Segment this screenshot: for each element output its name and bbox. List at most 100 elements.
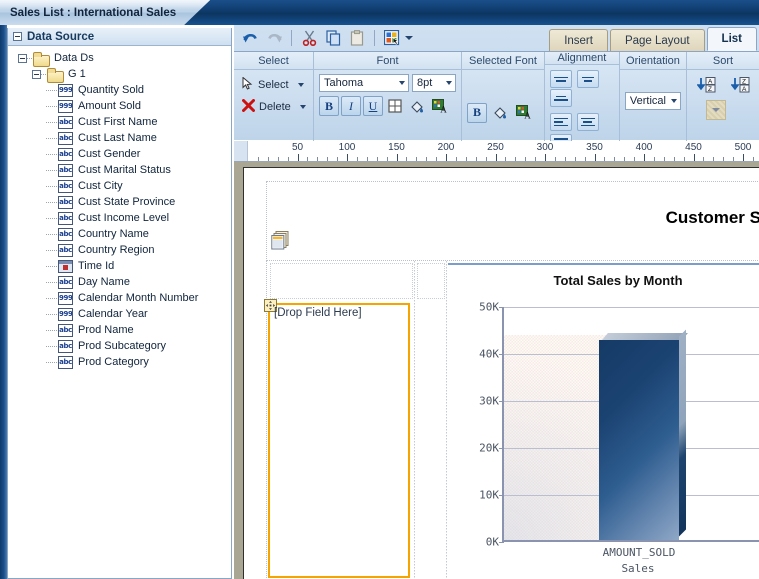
select-button[interactable]: Select	[239, 74, 307, 96]
tree-connector	[46, 153, 58, 155]
tree-item-amount-sold[interactable]: 999 Amount Sold	[8, 98, 231, 114]
ruler-tick	[673, 157, 675, 161]
left-edge-accent	[0, 25, 7, 579]
sort-descending-icon[interactable]: Z A	[730, 74, 754, 96]
align-center-icon[interactable]	[576, 112, 599, 131]
tree-item-cust-gender[interactable]: abc Cust Gender	[8, 146, 231, 162]
grid-cell-label[interactable]	[270, 263, 413, 299]
tab-list[interactable]: List	[706, 27, 757, 51]
fill-color-icon[interactable]	[407, 96, 427, 116]
document-tab[interactable]: Sales List : International Sales	[0, 0, 210, 25]
toolbar-separator-2	[374, 30, 375, 46]
delete-dropdown-caret-icon[interactable]	[299, 105, 306, 109]
tree-item-label: Cust Gender	[78, 148, 141, 160]
tree-item-prod-subcategory[interactable]: abc Prod Subcategory	[8, 338, 231, 354]
tree-item-label: Calendar Year	[78, 308, 148, 320]
tree-expander-icon[interactable]	[18, 53, 27, 63]
number-field-icon: 999	[58, 99, 73, 113]
chart-y-tick-label: 40K	[479, 347, 499, 361]
grid-cell-narrow[interactable]	[417, 263, 445, 299]
tree-item-cust-city[interactable]: abc Cust City	[8, 178, 231, 194]
report-header-band[interactable]: Customer S	[266, 181, 759, 261]
tree-item-cust-last-name[interactable]: abc Cust Last Name	[8, 130, 231, 146]
tab-insert[interactable]: Insert	[549, 29, 608, 51]
report-canvas[interactable]: Customer S [Drop Field Here] Total Sales…	[234, 162, 759, 579]
align-top-icon[interactable]	[549, 70, 572, 88]
chart-bar[interactable]	[599, 329, 688, 540]
italic-button[interactable]: I	[341, 96, 361, 116]
drop-field-zone[interactable]: [Drop Field Here]	[264, 299, 410, 578]
tree-item-time-id[interactable]: Time Id	[8, 258, 231, 274]
data-source-header[interactable]: Data Source	[8, 28, 231, 46]
stacked-pages-icon[interactable]	[271, 231, 290, 250]
ruler-tick	[604, 157, 606, 161]
ruler-tick	[505, 157, 507, 161]
sort-ascending-icon[interactable]: A Z	[696, 74, 720, 96]
ruler-tick	[257, 157, 259, 161]
text-field-icon: abc	[58, 355, 73, 369]
underline-button[interactable]: U	[363, 96, 383, 116]
tree-connector	[46, 217, 58, 219]
tree-connector	[46, 361, 58, 363]
ribbon-body: Select Select Delete Font Tahoma 8pt B I…	[234, 51, 759, 152]
tree-item-cust-first-name[interactable]: abc Cust First Name	[8, 114, 231, 130]
selected-bold-button[interactable]: B	[467, 102, 488, 123]
orientation-select[interactable]: Vertical	[624, 92, 681, 110]
collapse-icon[interactable]	[13, 32, 22, 41]
font-size-select[interactable]: 8pt	[412, 74, 456, 92]
tree-item-country-name[interactable]: abc Country Name	[8, 226, 231, 242]
delete-button[interactable]: Delete	[239, 96, 309, 118]
selected-font-color-icon[interactable]: A	[513, 103, 533, 123]
svg-text:A: A	[440, 104, 447, 114]
tree-item-calendar-year[interactable]: 999 Calendar Year	[8, 306, 231, 322]
bold-button[interactable]: B	[319, 96, 339, 116]
data-source-panel: Data Source Data Ds G 1 999 Quantity Sold 99…	[7, 28, 232, 579]
tree-item-label: Cust Marital Status	[78, 164, 171, 176]
document-tab-label: Sales List : International Sales	[10, 6, 177, 19]
paste-icon	[346, 28, 368, 49]
tree-item-country-region[interactable]: abc Country Region	[8, 242, 231, 258]
tree-item-quantity-sold[interactable]: 999 Quantity Sold	[8, 82, 231, 98]
ruler-tick	[644, 154, 645, 161]
border-icon[interactable]	[385, 96, 405, 116]
insert-chart-icon[interactable]	[381, 28, 403, 49]
tree-connector	[46, 281, 58, 283]
ruler-tick	[465, 157, 467, 161]
cut-icon[interactable]	[298, 28, 320, 49]
selected-fill-color-icon[interactable]	[490, 103, 510, 123]
tree-item-cust-state-province[interactable]: abc Cust State Province	[8, 194, 231, 210]
ruler-label: 400	[635, 142, 653, 153]
tree-item-prod-category[interactable]: abc Prod Category	[8, 354, 231, 370]
italic-label: I	[349, 98, 353, 113]
copy-icon[interactable]	[322, 28, 344, 49]
text-field-icon: abc	[58, 227, 73, 241]
tree-item-prod-name[interactable]: abc Prod Name	[8, 322, 231, 338]
tree-item-cust-marital-status[interactable]: abc Cust Marital Status	[8, 162, 231, 178]
chart-y-tick-mark	[499, 401, 504, 402]
chart-y-tick-mark	[499, 307, 504, 308]
tree-item-calendar-month-number[interactable]: 999 Calendar Month Number	[8, 290, 231, 306]
chart-container[interactable]: Total Sales by Month 0K 10K 20K 30K 40K 50K AM…	[448, 263, 759, 578]
align-bottom-icon[interactable]	[549, 89, 572, 107]
align-left-icon[interactable]	[549, 112, 572, 131]
horizontal-ruler[interactable]: 50 100 150 200 250 300 350 400 450 500	[234, 141, 759, 162]
undo-icon[interactable]	[239, 28, 261, 49]
font-family-select[interactable]: Tahoma	[319, 74, 409, 92]
svg-text:A: A	[524, 111, 531, 121]
align-middle-icon[interactable]	[576, 70, 599, 88]
font-color-icon[interactable]: A	[429, 96, 449, 116]
ruler-tick	[653, 157, 655, 161]
chart-y-tick-mark	[499, 354, 504, 355]
tree-item-data-ds[interactable]: Data Ds	[8, 50, 231, 67]
ruler-label: 300	[536, 142, 554, 153]
ruler-label: 150	[388, 142, 405, 153]
text-field-icon: abc	[58, 195, 73, 209]
tree-item-cust-income-level[interactable]: abc Cust Income Level	[8, 210, 231, 226]
tree-item-g-1[interactable]: G 1	[8, 66, 231, 83]
tree-expander-icon[interactable]	[32, 69, 41, 79]
tab-page-layout[interactable]: Page Layout	[609, 29, 705, 51]
tree-item-label: Quantity Sold	[78, 84, 145, 96]
select-dropdown-caret-icon[interactable]	[297, 83, 304, 87]
chevron-down-icon[interactable]	[405, 36, 413, 40]
tree-item-day-name[interactable]: abc Day Name	[8, 274, 231, 290]
